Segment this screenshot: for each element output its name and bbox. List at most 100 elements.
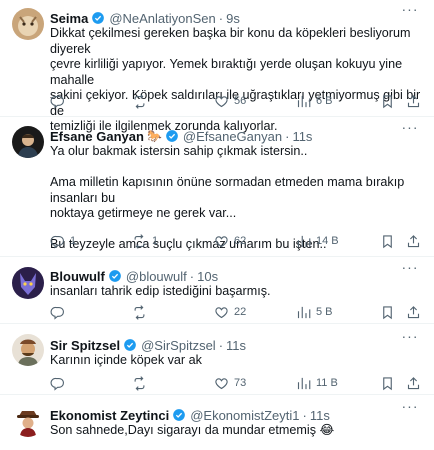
like-count: 56 (234, 95, 247, 107)
heart-icon (214, 234, 229, 249)
heart-icon (214, 305, 229, 320)
tweet[interactable]: Blouwulf @blouwulf · 10s ··· insanları t… (0, 257, 434, 324)
share-button[interactable] (406, 92, 421, 110)
reply-button[interactable]: 1 (50, 232, 76, 250)
verified-badge-icon (91, 11, 105, 25)
more-horizontal-icon[interactable]: ··· (402, 119, 418, 135)
timestamp[interactable]: 11s (310, 408, 330, 423)
retweet-button[interactable] (132, 303, 147, 321)
share-icon (406, 234, 421, 249)
reply-icon (50, 234, 65, 249)
separator-dot: · (189, 268, 195, 284)
share-button[interactable] (406, 374, 421, 392)
author-name[interactable]: Seima (50, 11, 88, 26)
more-horizontal-icon[interactable]: ··· (402, 398, 418, 414)
views-count: 5 B (316, 306, 333, 318)
author-name[interactable]: Blouwulf (50, 269, 105, 284)
views-chart-icon (296, 234, 311, 249)
avatar[interactable] (12, 8, 44, 40)
timestamp[interactable]: 11s (292, 129, 312, 144)
tweet[interactable]: Seima @NeAnlatiyonSen · 9s ··· Dikkat çe… (0, 0, 434, 133)
like-count: 73 (234, 377, 247, 389)
separator-dot: · (218, 10, 224, 26)
timestamp[interactable]: 9s (226, 11, 240, 26)
views-chart-icon (296, 94, 311, 109)
like-button[interactable]: 22 (214, 303, 246, 321)
author-handle[interactable]: @SirSpitzsel (141, 338, 216, 353)
verified-badge-icon (172, 408, 186, 422)
retweet-icon (132, 305, 147, 320)
retweet-button[interactable]: 1 (132, 232, 158, 250)
horse-emoji: 🐎 (146, 129, 162, 143)
timestamp[interactable]: 11s (226, 338, 246, 353)
avatar[interactable] (12, 267, 44, 299)
author-handle[interactable]: @blouwulf (126, 269, 187, 284)
reply-button[interactable] (50, 374, 65, 392)
author-handle[interactable]: @NeAnlatiyonSen (109, 11, 215, 26)
share-icon (406, 305, 421, 320)
views-chart-icon (296, 305, 311, 320)
action-bar: 1 1 62 14 B (50, 232, 430, 250)
author-name[interactable]: Sir Spitzsel (50, 338, 120, 353)
tweet-text: Karının içinde köpek var ak (50, 353, 202, 367)
views-count: 11 B (316, 377, 338, 389)
bookmark-button[interactable] (380, 92, 395, 110)
retweet-icon (132, 94, 147, 109)
more-horizontal-icon[interactable]: ··· (402, 328, 418, 344)
author-handle[interactable]: @EkonomistZeyti1 (190, 408, 299, 423)
views-button[interactable]: 14 B (296, 232, 339, 250)
timestamp[interactable]: 10s (197, 269, 218, 284)
bookmark-button[interactable] (380, 232, 395, 250)
tweet[interactable]: Sir Spitzsel @SirSpitzsel · 11s ··· Karı… (0, 324, 434, 395)
retweet-count: 1 (152, 235, 159, 247)
bookmark-button[interactable] (380, 303, 395, 321)
avatar[interactable] (12, 126, 44, 158)
views-button[interactable]: 11 B (296, 374, 338, 392)
bookmark-icon (380, 305, 395, 320)
like-button[interactable]: 62 (214, 232, 246, 250)
action-bar: 22 5 B (50, 303, 430, 321)
share-icon (406, 94, 421, 109)
separator-dot: · (218, 337, 224, 353)
reply-button[interactable] (50, 92, 65, 110)
tweet-text: insanları tahrik edip istediğini başarmı… (50, 284, 271, 298)
bookmark-icon (380, 376, 395, 391)
separator-dot: · (302, 407, 307, 423)
views-chart-icon (296, 376, 311, 391)
author-handle[interactable]: @EfsaneGanyan (183, 129, 282, 144)
heart-icon (214, 376, 229, 391)
reply-button[interactable] (50, 303, 65, 321)
views-count: 6 B (316, 95, 333, 107)
verified-badge-icon (123, 338, 137, 352)
reply-icon (50, 376, 65, 391)
like-button[interactable]: 73 (214, 374, 246, 392)
author-name[interactable]: Efsane Ganyan (50, 129, 144, 144)
action-bar: 56 6 B (50, 92, 430, 110)
retweet-icon (132, 234, 147, 249)
like-count: 62 (234, 235, 247, 247)
more-horizontal-icon[interactable]: ··· (402, 1, 418, 17)
more-horizontal-icon[interactable]: ··· (402, 259, 418, 275)
like-button[interactable]: 56 (214, 92, 246, 110)
share-button[interactable] (406, 303, 421, 321)
tweet[interactable]: Efsane Ganyan 🐎 @EfsaneGanyan · 11s ··· … (0, 117, 434, 257)
author-name[interactable]: Ekonomist Zeytinci (50, 408, 169, 423)
retweet-icon (132, 376, 147, 391)
action-bar: 73 11 B (50, 374, 430, 392)
verified-badge-icon (108, 269, 122, 283)
separator-dot: · (285, 128, 290, 144)
reply-count: 1 (70, 235, 77, 247)
share-button[interactable] (406, 232, 421, 250)
bookmark-button[interactable] (380, 374, 395, 392)
tweet[interactable]: Ekonomist Zeytinci @EkonomistZeyti1 · 11… (0, 395, 434, 450)
share-icon (406, 376, 421, 391)
like-count: 22 (234, 306, 247, 318)
avatar[interactable] (12, 334, 44, 366)
bookmark-icon (380, 234, 395, 249)
views-button[interactable]: 6 B (296, 92, 333, 110)
avatar[interactable] (12, 405, 44, 437)
retweet-button[interactable] (132, 374, 147, 392)
views-button[interactable]: 5 B (296, 303, 333, 321)
views-count: 14 B (316, 235, 339, 247)
retweet-button[interactable] (132, 92, 147, 110)
